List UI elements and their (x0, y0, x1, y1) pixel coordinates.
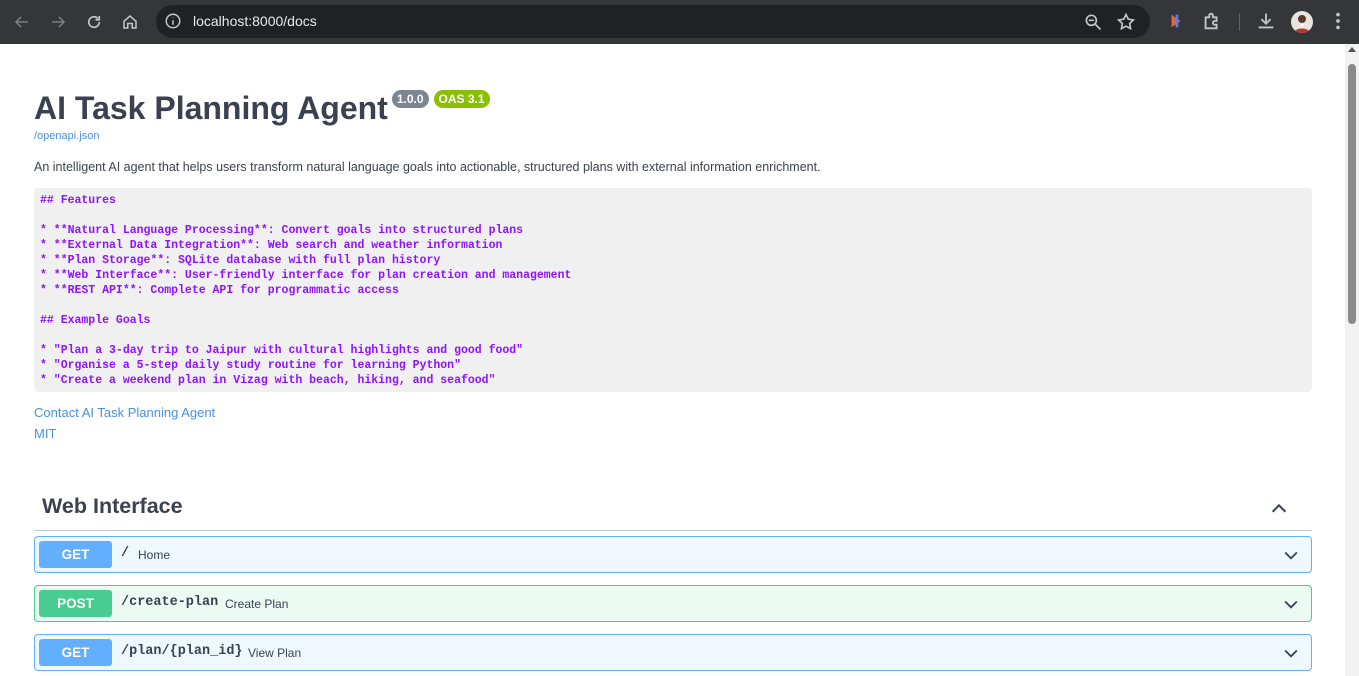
bookmark-star-icon[interactable] (1116, 12, 1136, 32)
code-line: * **Natural Language Processing**: Conve… (40, 224, 524, 237)
back-arrow-icon[interactable] (4, 4, 40, 40)
code-line: * "Organise a 5-step daily study routine… (40, 359, 461, 372)
url-text[interactable]: localhost:8000/docs (193, 13, 317, 29)
operation-summary[interactable]: Create Plan (225, 597, 288, 611)
api-description: An intelligent AI agent that helps users… (34, 160, 821, 174)
chevron-up-icon[interactable] (1268, 498, 1290, 520)
site-info-icon[interactable] (164, 12, 182, 30)
code-line: ## Features (40, 194, 116, 207)
extensions-puzzle-icon[interactable] (1201, 10, 1223, 32)
page-scrollbar[interactable] (1345, 44, 1359, 676)
oas-badge: OAS 3.1 (433, 90, 490, 108)
title-row: AI Task Planning Agent 1.0.0 OAS 3.1 (34, 88, 490, 128)
menu-kebab-icon[interactable] (1327, 10, 1349, 32)
code-line: * **Web Interface**: User-friendly inter… (40, 269, 572, 282)
description-code-block: ## Features * **Natural Language Process… (34, 188, 1312, 392)
scroll-up-arrow-icon[interactable] (1348, 47, 1356, 52)
profile-avatar-icon (1294, 15, 1310, 33)
code-line: * "Plan a 3-day trip to Jaipur with cult… (40, 344, 524, 357)
method-badge[interactable]: GET (39, 541, 112, 568)
code-line: * **External Data Integration**: Web sea… (40, 239, 503, 252)
chevron-down-icon[interactable] (1281, 545, 1301, 565)
version-badge: 1.0.0 (391, 90, 429, 108)
operation-path[interactable]: /plan/{plan_id} (121, 644, 243, 659)
method-badge[interactable]: GET (39, 639, 112, 666)
operation-get-view-plan[interactable]: GET /plan/{plan_id} View Plan (34, 634, 1312, 671)
method-badge[interactable]: POST (39, 590, 112, 617)
extension-app-icon[interactable] (1166, 10, 1188, 32)
operation-path[interactable]: /create-plan (121, 595, 218, 610)
chevron-down-icon[interactable] (1281, 643, 1301, 663)
reload-icon[interactable] (76, 4, 112, 40)
code-line: * **REST API**: Complete API for program… (40, 284, 399, 297)
address-bar[interactable]: localhost:8000/docs (156, 5, 1150, 38)
code-line: ## Example Goals (40, 314, 151, 327)
code-line: * **Plan Storage**: SQLite database with… (40, 254, 441, 267)
operation-summary[interactable]: Home (138, 548, 170, 562)
tag-title[interactable]: Web Interface (42, 494, 183, 519)
zoom-icon[interactable] (1083, 12, 1103, 32)
tag-section-header[interactable]: Web Interface (34, 486, 1312, 531)
operation-get-home[interactable]: GET / Home (34, 536, 1312, 573)
operation-summary[interactable]: View Plan (248, 646, 301, 660)
operation-post-create-plan[interactable]: POST /create-plan Create Plan (34, 585, 1312, 622)
license-link[interactable]: MIT (34, 426, 56, 441)
code-line: * "Create a weekend plan in Vizag with b… (40, 374, 496, 387)
forward-arrow-icon[interactable] (40, 4, 76, 40)
toolbar-divider (1239, 13, 1240, 31)
download-icon[interactable] (1255, 10, 1277, 32)
contact-link[interactable]: Contact AI Task Planning Agent (34, 405, 215, 420)
page-title: AI Task Planning Agent (34, 90, 388, 126)
chevron-down-icon[interactable] (1281, 594, 1301, 614)
profile-avatar[interactable] (1291, 11, 1313, 33)
browser-toolbar: localhost:8000/docs (0, 0, 1359, 44)
swagger-page: AI Task Planning Agent 1.0.0 OAS 3.1 /op… (0, 44, 1345, 676)
scroll-thumb[interactable] (1348, 64, 1356, 324)
home-icon[interactable] (112, 4, 148, 40)
operation-path[interactable]: / (121, 546, 129, 561)
openapi-json-link[interactable]: /openapi.json (34, 130, 99, 142)
